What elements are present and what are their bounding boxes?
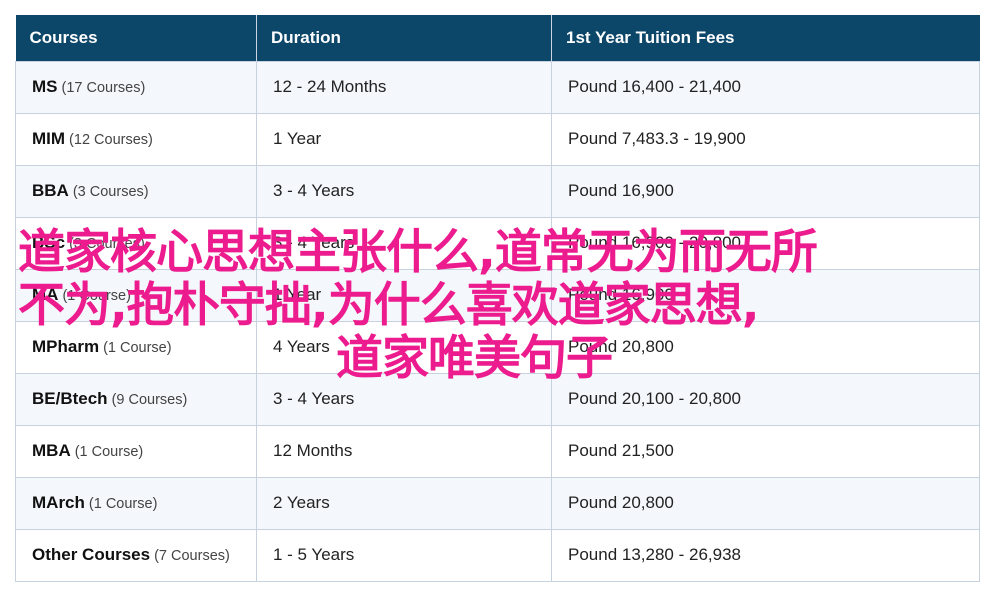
duration-cell: 4 Years [256,320,552,374]
course-count: (17 Courses) [61,80,146,96]
course-cell[interactable]: MArch (1 Course) [15,476,257,530]
course-cell[interactable]: MBA (1 Course) [15,424,257,478]
fees-cell: Pound 16,900 [551,164,980,218]
course-count: (3 Courses) [72,184,149,200]
duration-cell: 1 Year [256,268,552,322]
table-row: MIM (12 Courses) 1 Year Pound 7,483.3 - 1… [15,112,980,166]
course-name-link[interactable]: MS [32,77,58,96]
header-courses: Courses [15,15,257,61]
table-header: Courses Duration 1st Year Tuition Fees [15,15,980,61]
course-cell[interactable]: BE/Btech (9 Courses) [15,372,257,426]
duration-cell: 1 Year [256,112,552,166]
course-count: (9 Courses) [111,392,188,408]
duration-cell: 3 - 4 Years [256,372,552,426]
header-duration: Duration [256,15,552,61]
course-cell[interactable]: Other Courses (7 Courses) [15,528,257,582]
course-name-link[interactable]: MIM [32,129,65,148]
duration-cell: 2 Years [256,476,552,530]
table-row: MS (17 Courses) 12 - 24 Months Pound 16,4… [15,60,980,114]
table-row: BSc (3 Courses) 3 - 4 Years Pound 16,900 … [15,216,980,270]
duration-cell: 12 - 24 Months [256,60,552,114]
course-name-link[interactable]: Other Courses [32,545,150,564]
fees-cell: Pound 16,900 [551,268,980,322]
course-count: (1 Course) [74,444,144,460]
duration-cell: 3 - 4 Years [256,164,552,218]
duration-cell: 12 Months [256,424,552,478]
course-name-link[interactable]: MPharm [32,337,99,356]
course-count: (1 Course) [88,496,158,512]
course-cell[interactable]: MPharm (1 Course) [15,320,257,374]
fees-cell: Pound 20,800 [551,476,980,530]
table-body: MS (17 Courses) 12 - 24 Months Pound 16,4… [15,60,980,582]
course-count: (1 Course) [62,288,131,304]
table-row: MPharm (1 Course) 4 Years Pound 20,800 [15,320,980,374]
course-count: (7 Courses) [154,548,230,564]
course-cell[interactable]: BSc (3 Courses) [15,216,257,270]
course-name-link[interactable]: MBA [32,441,71,460]
fees-cell: Pound 16,400 - 21,400 [551,60,980,114]
duration-cell: 1 - 5 Years [256,528,552,582]
course-cell[interactable]: MS (17 Courses) [15,60,257,114]
fees-cell: Pound 7,483.3 - 19,900 [551,112,980,166]
table-header-row: Courses Duration 1st Year Tuition Fees [15,15,980,61]
fees-cell: Pound 21,500 [551,424,980,478]
duration-cell: 3 - 4 Years [256,216,552,270]
courses-table-container: Courses Duration 1st Year Tuition Fees M… [15,15,980,582]
course-cell[interactable]: MA (1 Course) [15,268,257,322]
table-row: MA (1 Course) 1 Year Pound 16,900 [15,268,980,322]
table-row: Other Courses (7 Courses) 1 - 5 Years Pou… [15,528,980,582]
header-tuition-fees: 1st Year Tuition Fees [551,15,980,61]
fees-cell: Pound 13,280 - 26,938 [551,528,980,582]
fees-cell: Pound 16,900 - 20,800 [551,216,980,270]
course-cell[interactable]: MIM (12 Courses) [15,112,257,166]
course-count: (1 Course) [103,340,172,356]
course-name-link[interactable]: BSc [32,233,65,252]
course-name-link[interactable]: MA [32,285,58,304]
courses-fees-table: Courses Duration 1st Year Tuition Fees M… [15,15,980,582]
course-name-link[interactable]: BE/Btech [32,389,108,408]
table-row: BE/Btech (9 Courses) 3 - 4 Years Pound 20… [15,372,980,426]
table-row: BBA (3 Courses) 3 - 4 Years Pound 16,900 [15,164,980,218]
table-row: MBA (1 Course) 12 Months Pound 21,500 [15,424,980,478]
course-name-link[interactable]: MArch [32,493,85,512]
course-count: (12 Courses) [69,132,153,148]
course-count: (3 Courses) [69,236,145,252]
course-cell[interactable]: BBA (3 Courses) [15,164,257,218]
table-row: MArch (1 Course) 2 Years Pound 20,800 [15,476,980,530]
fees-cell: Pound 20,100 - 20,800 [551,372,980,426]
course-name-link[interactable]: BBA [32,181,69,200]
fees-cell: Pound 20,800 [551,320,980,374]
